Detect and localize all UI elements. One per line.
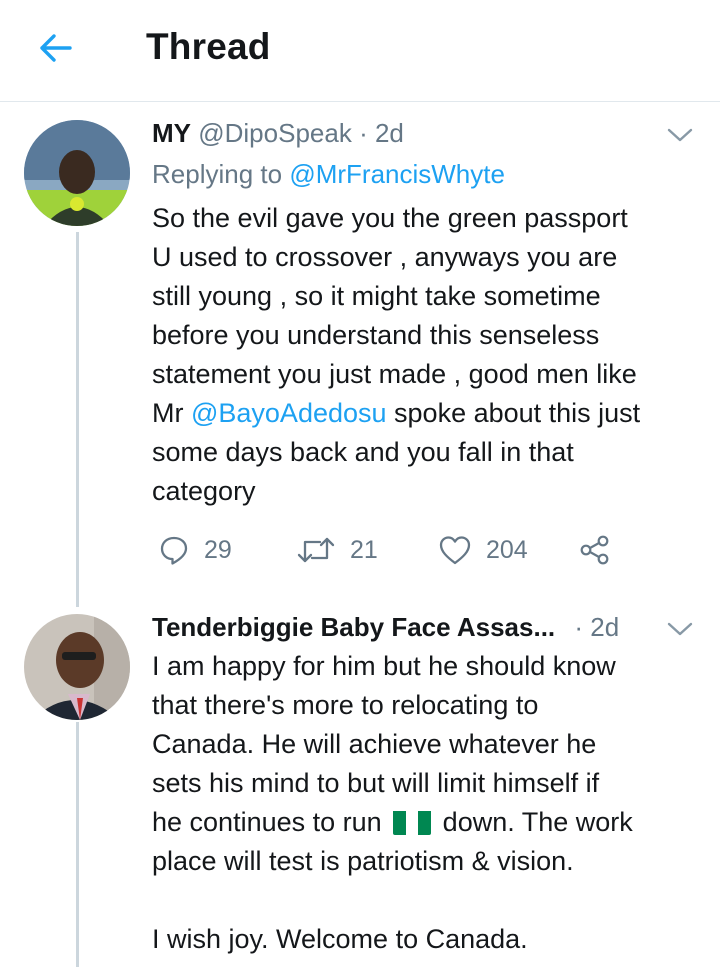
chevron-down-icon — [667, 622, 693, 636]
reply-count: 29 — [204, 535, 232, 564]
like-button[interactable]: 204 — [438, 528, 528, 572]
text-line: Mr @BayoAdedosu spoke about this just — [152, 394, 707, 433]
tweet-header: MY @DipoSpeak · 2d — [152, 117, 404, 149]
like-count: 204 — [486, 535, 528, 564]
tweet-text: I am happy for him but he should know th… — [152, 647, 707, 959]
handle[interactable]: @DipoSpeak — [198, 118, 352, 148]
heart-icon — [439, 536, 471, 565]
page-title: Thread — [146, 26, 271, 67]
text-line: I wish joy. Welcome to Canada. — [152, 924, 528, 954]
back-button[interactable] — [36, 28, 76, 68]
top-bar: Thread — [0, 0, 720, 102]
text-line: place will test is patriotism & vision. — [152, 846, 574, 876]
text-segment: Mr — [152, 398, 191, 428]
mention-link[interactable]: @MrFrancisWhyte — [289, 159, 505, 189]
retweet-button[interactable]: 21 — [296, 528, 378, 572]
text-line: before you understand this senseless — [152, 320, 600, 350]
display-name[interactable]: MY — [152, 118, 191, 148]
thread-line — [76, 232, 79, 607]
arrow-left-icon — [40, 34, 72, 62]
tweet-header: Tenderbiggie Baby Face Assas... · 2d — [152, 611, 619, 643]
text-line: I am happy for him but he should know — [152, 651, 616, 681]
chevron-down-icon — [667, 128, 693, 142]
replying-prefix: Replying to — [152, 159, 290, 189]
text-line: category — [152, 476, 256, 506]
thread-line — [76, 722, 79, 967]
text-line: statement you just made , good men like — [152, 359, 637, 389]
reply-icon — [160, 536, 188, 565]
text-line: still young , so it might take sometime — [152, 281, 601, 311]
share-button[interactable] — [578, 528, 612, 572]
timestamp[interactable]: 2d — [375, 118, 404, 148]
avatar[interactable] — [24, 614, 130, 720]
text-line: Canada. He will achieve whatever he — [152, 729, 597, 759]
text-line: some days back and you fall in that — [152, 437, 574, 467]
text-line — [152, 881, 707, 920]
retweet-icon — [297, 537, 335, 563]
separator: · — [574, 612, 584, 642]
text-line: he continues to run down. The work — [152, 803, 707, 842]
text-line: sets his mind to but will limit himself … — [152, 768, 600, 798]
mention-link[interactable]: @BayoAdedosu — [191, 398, 387, 428]
timestamp[interactable]: 2d — [590, 612, 619, 642]
tweet-menu-button[interactable] — [665, 618, 695, 640]
avatar[interactable] — [24, 120, 130, 226]
text-segment: he continues to run — [152, 807, 390, 837]
share-icon — [580, 535, 609, 565]
reply-button[interactable]: 29 — [158, 528, 232, 572]
display-name[interactable]: Tenderbiggie Baby Face Assas... — [152, 612, 555, 642]
retweet-count: 21 — [350, 535, 378, 564]
separator: · — [359, 118, 368, 148]
text-segment: down. The work — [435, 807, 633, 837]
tweet-menu-button[interactable] — [665, 124, 695, 146]
text-line: U used to crossover , anyways you are — [152, 242, 618, 272]
text-line: So the evil gave you the green passport — [152, 203, 628, 233]
text-line: that there's more to relocating to — [152, 690, 539, 720]
nigeria-flag-icon — [393, 809, 432, 835]
text-segment: spoke about this just — [386, 398, 641, 428]
replying-to: Replying to @MrFrancisWhyte — [152, 158, 505, 190]
tweet-actions: 29 21 204 — [152, 528, 632, 572]
tweet-text: So the evil gave you the green passport … — [152, 199, 707, 511]
